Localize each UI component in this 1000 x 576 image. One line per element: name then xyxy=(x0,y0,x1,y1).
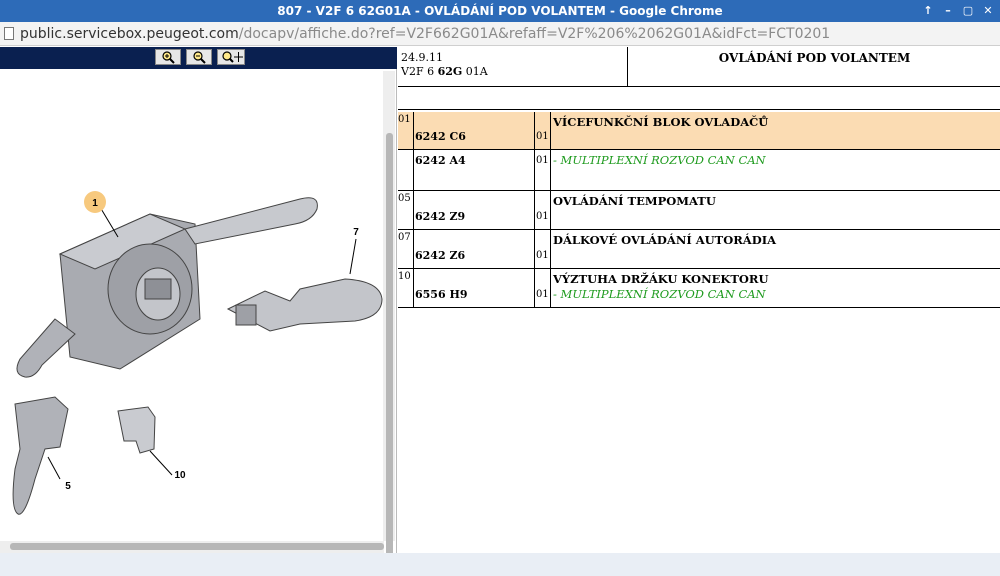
part-quantity: 01 xyxy=(536,211,549,222)
table-row[interactable]: 6242 A4 01 - MULTIPLEXNÍ ROZVOD CAN CAN xyxy=(398,150,1000,191)
part-quantity: 01 xyxy=(536,289,549,300)
zoom-in-button[interactable] xyxy=(155,49,181,65)
url-host: public.servicebox.peugeot.com xyxy=(20,26,239,42)
horizontal-scroll-thumb[interactable] xyxy=(10,543,384,550)
multifunction-block-drawing xyxy=(16,197,318,378)
table-row[interactable]: 05 OVLÁDÁNÍ TEMPOMATU 6242 Z9 01 xyxy=(398,191,1000,230)
header-spacer xyxy=(398,89,1000,110)
table-row[interactable]: 07 DÁLKOVÉ OVLÁDÁNÍ AUTORÁDIA 6242 Z6 01 xyxy=(398,230,1000,269)
window-title-bar: 807 - V2F 6 62G01A - OVLÁDÁNÍ POD VOLANT… xyxy=(0,0,1000,22)
document-header: 24.9.11 V2F 6 62G 01A OVLÁDÁNÍ POD VOLAN… xyxy=(398,47,1000,87)
part-reference[interactable]: 6242 C6 xyxy=(415,130,466,143)
parts-table: 01 VÍCEFUNKČNÍ BLOK OVLADAČŮ 6242 C6 01 … xyxy=(398,112,1000,308)
part-note: - MULTIPLEXNÍ ROZVOD CAN CAN xyxy=(553,153,766,167)
part-reference[interactable]: 6242 Z9 xyxy=(415,210,465,223)
part-quantity: 01 xyxy=(536,155,549,166)
maximize-icon[interactable]: ▢ xyxy=(960,3,976,19)
part-reference[interactable]: 6556 H9 xyxy=(415,288,468,301)
connector-bracket-drawing xyxy=(117,406,156,454)
window-bottom-edge xyxy=(0,553,1000,576)
part-label: VÍCEFUNKČNÍ BLOK OVLADAČŮ xyxy=(553,115,769,129)
part-quantity: 01 xyxy=(536,250,549,261)
document-meta: 24.9.11 V2F 6 62G 01A xyxy=(398,47,628,87)
callout-7[interactable]: 7 xyxy=(353,227,359,238)
row-number: 07 xyxy=(398,232,411,243)
part-quantity: 01 xyxy=(536,131,549,142)
parts-list-frame: 24.9.11 V2F 6 62G 01A OVLÁDÁNÍ POD VOLAN… xyxy=(398,47,1000,553)
page-icon xyxy=(4,27,14,40)
cruise-control-drawing xyxy=(12,396,69,515)
callout-1[interactable]: 1 xyxy=(92,198,98,209)
image-toolbar xyxy=(0,47,397,69)
part-label: OVLÁDÁNÍ TEMPOMATU xyxy=(553,194,716,208)
radio-remote-drawing xyxy=(226,278,383,332)
url-path: /docapv/affiche.do?ref=V2F662G01A&refaff… xyxy=(238,26,831,42)
address-bar[interactable]: public.servicebox.peugeot.com/docapv/aff… xyxy=(0,22,1000,46)
close-icon[interactable]: ✕ xyxy=(980,3,996,19)
row-number: 10 xyxy=(398,271,411,282)
document-date: 24.9.11 xyxy=(401,51,443,64)
zoom-in-icon xyxy=(162,51,175,64)
parts-drawing: 1 7 5 10 xyxy=(12,191,383,515)
part-note: - MULTIPLEXNÍ ROZVOD CAN CAN xyxy=(553,287,766,301)
pan-zoom-button[interactable] xyxy=(217,49,245,65)
vertical-scroll-thumb[interactable] xyxy=(386,133,393,565)
drawing-frame: 1 7 5 10 xyxy=(0,47,397,565)
pan-zoom-icon xyxy=(222,51,243,63)
table-row[interactable]: 10 VÝZTUHA DRŽÁKU KONEKTORU - MULTIPLEXN… xyxy=(398,269,1000,308)
part-reference[interactable]: 6242 Z6 xyxy=(415,249,465,262)
window-title: 807 - V2F 6 62G01A - OVLÁDÁNÍ POD VOLANT… xyxy=(277,4,723,18)
callout-5[interactable]: 5 xyxy=(65,481,71,492)
part-label: DÁLKOVÉ OVLÁDÁNÍ AUTORÁDIA xyxy=(553,233,776,247)
zoom-out-button[interactable] xyxy=(186,49,212,65)
pin-icon[interactable]: ↑ xyxy=(920,3,936,19)
table-row[interactable]: 01 VÍCEFUNKČNÍ BLOK OVLADAČŮ 6242 C6 01 xyxy=(398,112,1000,150)
minimize-icon[interactable]: – xyxy=(940,3,956,19)
document-code: V2F 6 62G 01A xyxy=(401,65,488,78)
zoom-out-icon xyxy=(193,51,206,64)
document-title: OVLÁDÁNÍ POD VOLANTEM xyxy=(718,51,911,65)
callout-10[interactable]: 10 xyxy=(174,470,186,481)
row-number: 01 xyxy=(398,114,411,125)
part-label: VÝZTUHA DRŽÁKU KONEKTORU xyxy=(553,272,769,286)
part-reference[interactable]: 6242 A4 xyxy=(415,154,466,167)
row-number: 05 xyxy=(398,193,411,204)
